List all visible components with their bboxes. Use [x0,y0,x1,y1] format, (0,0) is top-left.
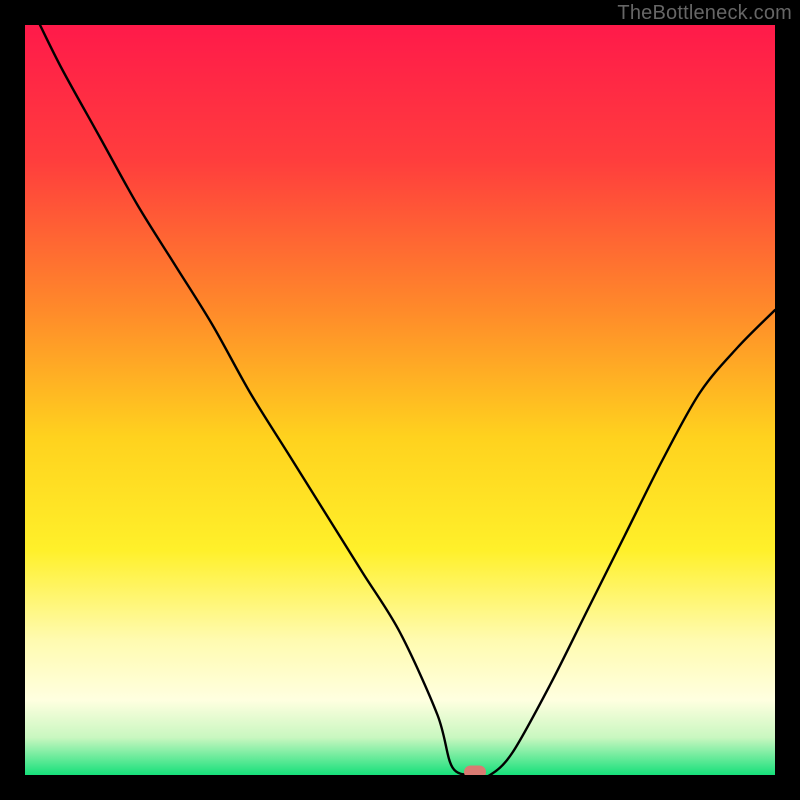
bottleneck-chart [25,25,775,775]
optimal-point-marker [464,766,486,776]
chart-frame: TheBottleneck.com [0,0,800,800]
gradient-background [25,25,775,775]
watermark-text: TheBottleneck.com [617,2,792,25]
plot-area [25,25,775,775]
